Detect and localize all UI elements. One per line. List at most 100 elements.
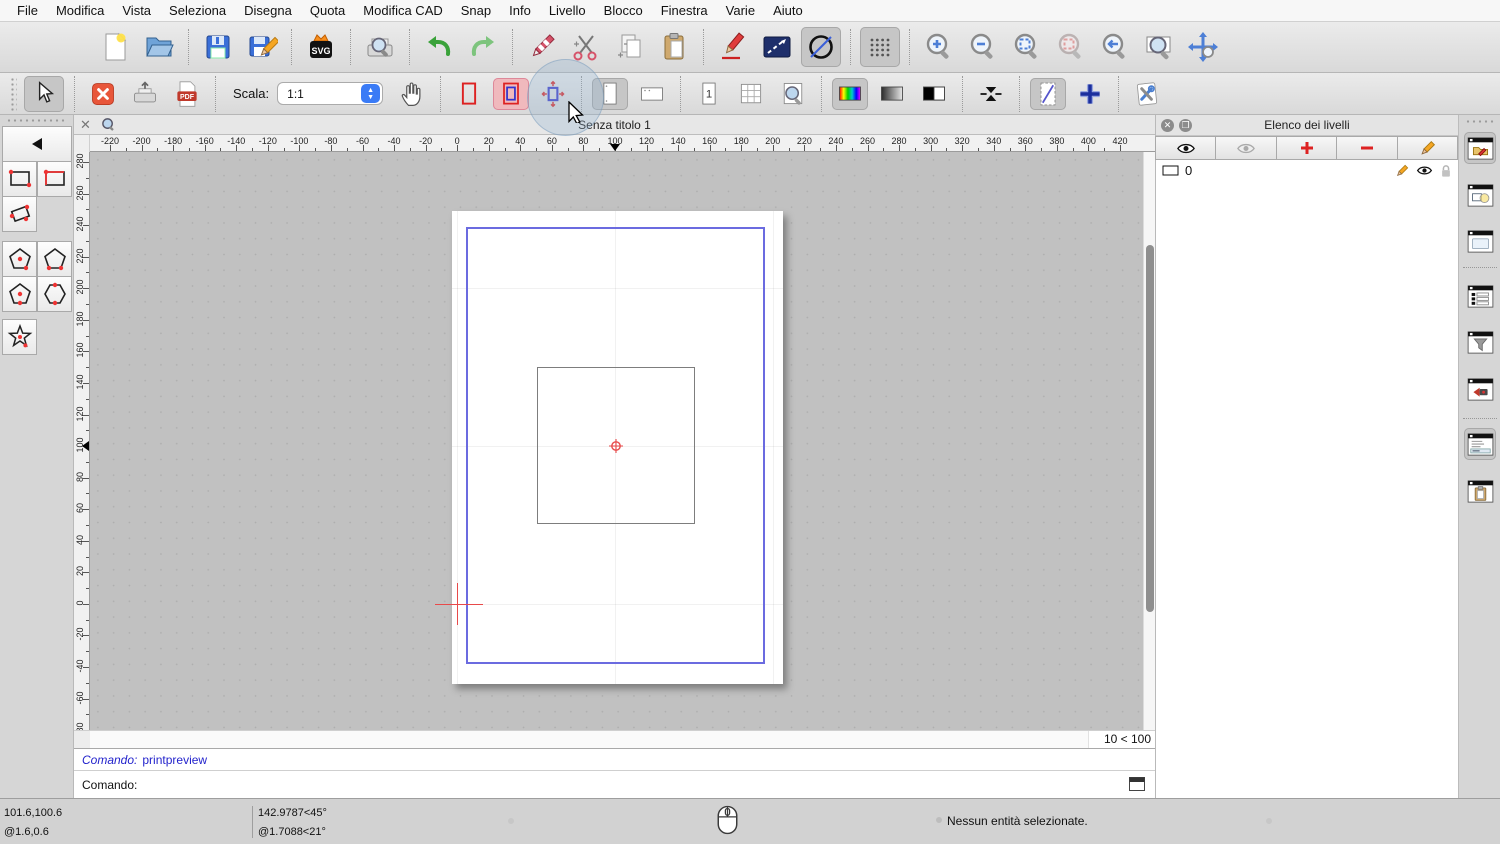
command-window-toggle-icon[interactable] — [1129, 777, 1145, 796]
zoom-out-button[interactable] — [963, 27, 1003, 67]
center-to-page-button[interactable] — [493, 78, 529, 110]
menu-item-livello[interactable]: Livello — [540, 0, 595, 22]
single-page-button[interactable]: 1 — [691, 78, 727, 110]
select-pointer-button[interactable] — [24, 76, 64, 112]
command-input-line[interactable]: Comando: — [74, 770, 1155, 798]
save-button[interactable] — [198, 27, 238, 67]
new-file-button[interactable] — [95, 27, 135, 67]
zoom-to-page-button[interactable] — [775, 78, 811, 110]
open-file-button[interactable] — [139, 27, 179, 67]
edit-layer-button[interactable] — [1397, 136, 1458, 160]
close-print-preview-button[interactable] — [85, 78, 121, 110]
clipboard-dock-button[interactable] — [1464, 475, 1496, 507]
grayscale-mode-button[interactable] — [874, 78, 910, 110]
polygon-center-vertex-icon — [7, 246, 33, 272]
toolbar-drag-handle[interactable] — [10, 77, 17, 111]
print-button[interactable] — [127, 78, 163, 110]
rectangle-corner-size-tool[interactable] — [37, 161, 72, 197]
pen-button[interactable] — [713, 27, 753, 67]
copy-button[interactable] — [610, 27, 650, 67]
line-attributes-button[interactable] — [757, 27, 797, 67]
vertical-scrollbar-thumb[interactable] — [1146, 245, 1154, 612]
v-ruler-label: 240 — [75, 209, 85, 239]
add-layer-button[interactable] — [1276, 136, 1337, 160]
hide-all-layers-button[interactable] — [1215, 136, 1276, 160]
polygon-center-vertex-tool[interactable] — [2, 241, 37, 277]
hexagon-2sides-tool[interactable] — [37, 276, 72, 312]
drawing-canvas[interactable] — [90, 152, 1143, 730]
settings-tools-button[interactable] — [1129, 78, 1165, 110]
export-svg-button[interactable]: SVG — [301, 27, 341, 67]
layer-visible-eye-icon[interactable] — [1416, 165, 1433, 176]
layer-row[interactable]: 0 — [1156, 160, 1458, 181]
export-pdf-button[interactable]: PDF — [169, 78, 205, 110]
landscape-orientation-button[interactable] — [634, 78, 670, 110]
polygon-2vertices-tool[interactable] — [37, 241, 72, 277]
menu-item-varie[interactable]: Varie — [717, 0, 764, 22]
stepper-icon[interactable]: ▲▼ — [361, 84, 380, 103]
menu-item-snap[interactable]: Snap — [452, 0, 500, 22]
color-mode-button[interactable] — [832, 78, 868, 110]
grid-toggle-button[interactable] — [860, 27, 900, 67]
show-all-layers-button[interactable] — [1155, 136, 1216, 160]
pan-hand-button[interactable] — [394, 78, 430, 110]
rectangle-2corners-tool[interactable] — [2, 161, 37, 197]
horizontal-ruler: -220-200-180-160-140-120-100-80-60-40-20… — [90, 135, 1155, 152]
toggle-margins-button[interactable] — [1030, 78, 1066, 110]
layer-edit-pencil-icon[interactable] — [1395, 164, 1409, 178]
paper-border-button[interactable] — [451, 78, 487, 110]
menu-item-disegna[interactable]: Disegna — [235, 0, 301, 22]
separator — [1463, 418, 1497, 419]
filter-dock-button[interactable] — [1464, 326, 1496, 358]
menu-item-aiuto[interactable]: Aiuto — [764, 0, 812, 22]
command-dock-button[interactable] — [1464, 428, 1496, 460]
zoom-pan-button[interactable] — [1183, 27, 1223, 67]
save-as-icon — [246, 31, 278, 63]
menu-item-vista[interactable]: Vista — [113, 0, 160, 22]
menu-item-blocco[interactable]: Blocco — [595, 0, 652, 22]
menu-item-seleziona[interactable]: Seleziona — [160, 0, 235, 22]
redo-button[interactable] — [463, 27, 503, 67]
circle-tool-button[interactable] — [801, 27, 841, 67]
rectangle-rotated-tool[interactable] — [2, 196, 37, 232]
undo-button[interactable] — [419, 27, 459, 67]
menu-item-finestra[interactable]: Finestra — [652, 0, 717, 22]
print-preview-button[interactable] — [360, 27, 400, 67]
origin-cross-icon — [435, 604, 483, 605]
vertical-scrollbar[interactable] — [1143, 152, 1155, 730]
paste-button[interactable] — [654, 27, 694, 67]
view-back-button[interactable] — [1095, 27, 1135, 67]
v-ruler-label: 160 — [75, 335, 85, 365]
save-as-button[interactable] — [242, 27, 282, 67]
strip-drag-handle[interactable] — [1465, 119, 1494, 124]
explorer-dock-button[interactable] — [1464, 373, 1496, 405]
star-tool[interactable] — [2, 319, 37, 355]
zoom-previous-button[interactable] — [1051, 27, 1091, 67]
palette-back-button[interactable] — [2, 126, 72, 162]
v-ruler-label: 40 — [75, 525, 85, 555]
menu-item-quota[interactable]: Quota — [301, 0, 354, 22]
horizontal-scrollbar[interactable] — [90, 731, 1088, 748]
zoom-in-button[interactable] — [919, 27, 959, 67]
scale-select[interactable]: 1:1 ▲▼ — [277, 82, 383, 105]
menu-item-modifica[interactable]: Modifica — [47, 0, 113, 22]
zoom-previous-icon — [1055, 31, 1087, 63]
remove-layer-button[interactable] — [1336, 136, 1397, 160]
fit-paper-button[interactable] — [973, 78, 1009, 110]
blackwhite-mode-button[interactable] — [916, 78, 952, 110]
entity-list-dock-button[interactable] — [1464, 280, 1496, 312]
crosshair-button[interactable] — [1072, 78, 1108, 110]
zoom-window-button[interactable] — [1139, 27, 1179, 67]
polygon-center-side-tool[interactable] — [2, 276, 37, 312]
polygon-center-side-icon — [7, 281, 33, 307]
menu-item-info[interactable]: Info — [500, 0, 540, 22]
layer-lock-icon[interactable] — [1440, 164, 1452, 178]
menu-item-file[interactable]: File — [8, 0, 47, 22]
library-dock-button[interactable] — [1464, 225, 1496, 257]
zoom-auto-button[interactable] — [1007, 27, 1047, 67]
palette-drag-handle[interactable] — [6, 118, 67, 123]
menu-item-modifica-cad[interactable]: Modifica CAD — [354, 0, 451, 22]
multiple-pages-button[interactable] — [733, 78, 769, 110]
block-list-dock-button[interactable] — [1464, 179, 1496, 211]
layer-list-dock-button[interactable] — [1464, 132, 1496, 164]
